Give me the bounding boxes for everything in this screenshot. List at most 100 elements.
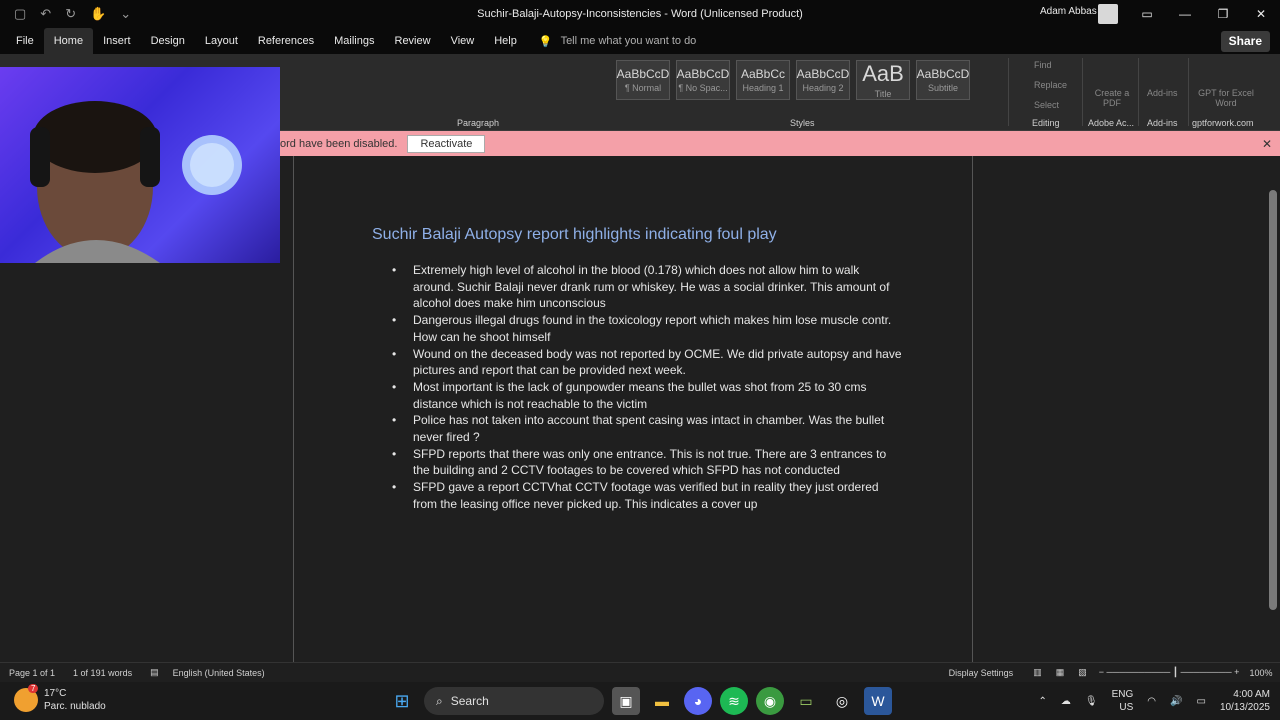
- style-sample: AaBbCc: [740, 67, 786, 81]
- input-language[interactable]: ENG US: [1112, 688, 1134, 714]
- lang-region: US: [1119, 702, 1134, 713]
- list-item[interactable]: Extremely high level of alcohol in the b…: [392, 262, 902, 312]
- zoom-slider[interactable]: − ────────── ┃ ──────── +: [1099, 667, 1240, 678]
- close-icon[interactable]: ✕: [1262, 137, 1272, 151]
- list-item[interactable]: SFPD gave a report CCTVhat CCTV footage …: [392, 479, 902, 512]
- chrome-icon[interactable]: ◉: [756, 687, 784, 715]
- page-count[interactable]: Page 1 of 1: [9, 668, 55, 678]
- style-name: ¶ No Spac...: [678, 83, 728, 93]
- ribbon-divider: [1082, 58, 1083, 126]
- tab-file[interactable]: File: [0, 28, 44, 54]
- customize-qat-icon[interactable]: ⌄: [120, 6, 131, 22]
- tab-review[interactable]: Review: [385, 28, 441, 54]
- style-name: Heading 1: [742, 83, 784, 93]
- discord-icon[interactable]: ◕: [684, 687, 712, 715]
- word-icon[interactable]: W: [864, 687, 892, 715]
- display-settings[interactable]: Display Settings: [949, 668, 1014, 678]
- ribbon-divider: [1188, 58, 1189, 126]
- tell-me-text: Tell me what you want to do: [560, 35, 697, 47]
- infobar-message: ord have been disabled.: [280, 137, 398, 150]
- find-button[interactable]: Find: [1034, 60, 1052, 70]
- create-pdf-button[interactable]: Create a PDF: [1094, 88, 1130, 108]
- time: 4:00 AM: [1233, 689, 1270, 700]
- list-item[interactable]: Wound on the deceased body was not repor…: [392, 346, 902, 379]
- undo-icon[interactable]: ↶: [40, 6, 51, 22]
- list-item[interactable]: SFPD reports that there was only one ent…: [392, 446, 902, 479]
- onedrive-icon[interactable]: ☁: [1061, 696, 1071, 707]
- utility-app-icon[interactable]: ▭: [792, 687, 820, 715]
- replace-button[interactable]: Replace: [1034, 80, 1067, 90]
- style-heading-1[interactable]: AaBbCc Heading 1: [736, 60, 790, 100]
- webcam-feed: [30, 101, 242, 263]
- chevron-up-icon[interactable]: ⌃: [1039, 696, 1047, 707]
- weather-widget[interactable]: 7 17°C Parc. nublado: [14, 684, 106, 713]
- weather-icon: 7: [14, 684, 39, 712]
- web-layout-icon[interactable]: ▧: [1078, 667, 1087, 678]
- scrollbar-thumb[interactable]: [1269, 190, 1277, 610]
- zoom-level[interactable]: 100%: [1249, 668, 1272, 678]
- search-box[interactable]: ⌕ Search: [424, 687, 604, 715]
- tab-view[interactable]: View: [441, 28, 485, 54]
- avatar[interactable]: [1098, 4, 1118, 24]
- select-button[interactable]: Select: [1034, 100, 1059, 110]
- style-no-spacing[interactable]: AaBbCcD ¶ No Spac...: [676, 60, 730, 100]
- spotify-icon[interactable]: ≋: [720, 687, 748, 715]
- ribbon-tabs: File Home Insert Design Layout Reference…: [0, 28, 1280, 54]
- list-item[interactable]: Dangerous illegal drugs found in the tox…: [392, 312, 902, 345]
- weather-condition: Parc. nublado: [44, 701, 106, 712]
- addins-group-label: Add-ins: [1147, 118, 1178, 128]
- bullet-list[interactable]: Extremely high level of alcohol in the b…: [392, 262, 902, 513]
- list-item[interactable]: Police has not taken into account that s…: [392, 412, 902, 445]
- reactivate-button[interactable]: Reactivate: [407, 134, 486, 153]
- style-name: Title: [874, 89, 892, 99]
- style-title[interactable]: AaB Title: [856, 60, 910, 100]
- tab-insert[interactable]: Insert: [93, 28, 141, 54]
- tab-help[interactable]: Help: [484, 28, 527, 54]
- style-normal[interactable]: AaBbCcD ¶ Normal: [616, 60, 670, 100]
- document-heading[interactable]: Suchir Balaji Autopsy report highlights …: [372, 226, 777, 244]
- volume-icon[interactable]: 🔊: [1170, 696, 1182, 707]
- minimize-icon[interactable]: —: [1166, 0, 1204, 28]
- wifi-icon[interactable]: ◠: [1147, 696, 1156, 707]
- redo-icon[interactable]: ↻: [65, 6, 76, 22]
- language[interactable]: English (United States): [173, 668, 265, 678]
- clock[interactable]: 4:00 AM 10/13/2025: [1220, 688, 1270, 714]
- tab-layout[interactable]: Layout: [195, 28, 248, 54]
- share-button[interactable]: Share: [1220, 31, 1270, 52]
- close-icon[interactable]: ✕: [1242, 0, 1280, 28]
- autosave-icon[interactable]: ▢: [14, 6, 26, 22]
- tab-references[interactable]: References: [248, 28, 324, 54]
- file-explorer-icon[interactable]: ▬: [648, 687, 676, 715]
- microphone-icon[interactable]: 🎙: [1085, 696, 1098, 707]
- lightbulb-icon: 💡: [538, 35, 553, 48]
- tab-design[interactable]: Design: [141, 28, 195, 54]
- print-layout-icon[interactable]: ▦: [1056, 667, 1065, 678]
- gpt-button[interactable]: GPT for Excel Word: [1198, 88, 1254, 108]
- ribbon-display-icon[interactable]: ▭: [1128, 0, 1166, 28]
- lang-code: ENG: [1111, 689, 1134, 700]
- vertical-scrollbar[interactable]: [1266, 156, 1280, 662]
- touch-mode-icon[interactable]: ✋: [90, 6, 106, 22]
- start-icon[interactable]: ⊞: [388, 687, 416, 715]
- date: 10/13/2025: [1219, 702, 1270, 713]
- restore-icon[interactable]: ❐: [1204, 0, 1242, 28]
- user-name[interactable]: Adam Abbas: [1040, 6, 1097, 17]
- recorder-icon[interactable]: ◎: [828, 687, 856, 715]
- weather-badge: 7: [28, 684, 39, 693]
- read-mode-icon[interactable]: ▥: [1033, 667, 1042, 678]
- tell-me-box[interactable]: 💡 Tell me what you want to do: [539, 35, 696, 48]
- title-bar: ▢ ↶ ↻ ✋ ⌄ Suchir-Balaji-Autopsy-Inconsis…: [0, 0, 1280, 28]
- task-view-icon[interactable]: ▣: [612, 687, 640, 715]
- style-heading-2[interactable]: AaBbCcD Heading 2: [796, 60, 850, 100]
- word-count[interactable]: 1 of 191 words: [73, 668, 132, 678]
- taskbar-apps: ⊞ ⌕ Search ▣ ▬ ◕ ≋ ◉ ▭ ◎ W: [388, 687, 892, 715]
- tab-mailings[interactable]: Mailings: [324, 28, 384, 54]
- style-subtitle[interactable]: AaBbCcD Subtitle: [916, 60, 970, 100]
- tab-home[interactable]: Home: [43, 28, 94, 54]
- list-item[interactable]: Most important is the lack of gunpowder …: [392, 379, 902, 412]
- addins-button[interactable]: Add-ins: [1147, 88, 1178, 98]
- proofing-icon[interactable]: ▤: [150, 667, 159, 678]
- battery-icon[interactable]: ▭: [1196, 696, 1205, 707]
- window-controls: ▭ — ❐ ✕: [1128, 0, 1280, 28]
- ribbon-divider: [1008, 58, 1009, 126]
